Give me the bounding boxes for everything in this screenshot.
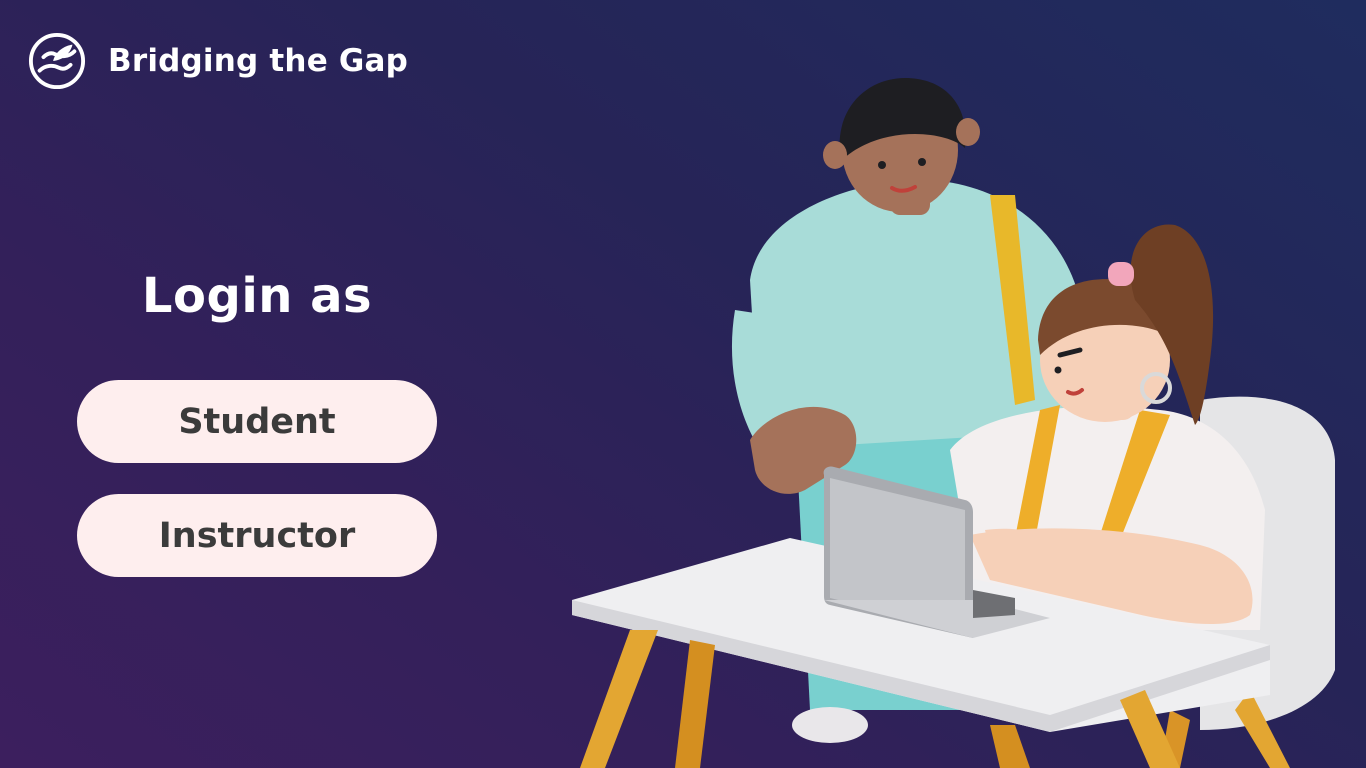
brand-header: Bridging the Gap [28,30,408,92]
hands-leaf-icon [28,32,86,90]
student-login-button[interactable]: Student [77,380,437,463]
login-title: Login as [141,268,373,324]
instructor-login-button[interactable]: Instructor [77,494,437,577]
brand-name: Bridging the Gap [108,43,409,79]
students-at-laptop-illustration [572,78,1335,768]
